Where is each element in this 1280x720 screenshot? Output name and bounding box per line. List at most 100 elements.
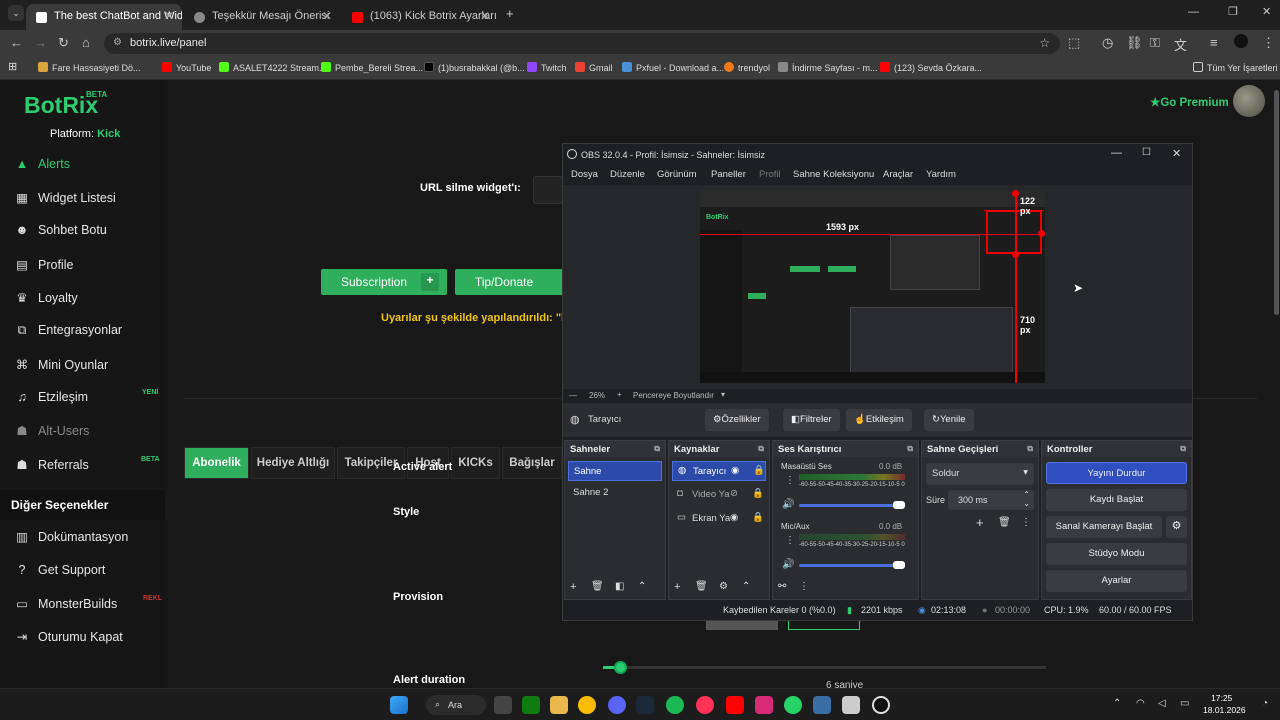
sidebar-item-alerts[interactable]: ▲ Alerts	[14, 157, 70, 171]
handle-dot[interactable]	[1038, 230, 1045, 237]
eye-icon[interactable]: ◉	[730, 512, 738, 523]
sidebar-item-widgets[interactable]: ▦ Widget Listesi	[14, 190, 116, 205]
float-icon[interactable]: ⧉	[1180, 444, 1186, 454]
kebab-icon[interactable]: ⋮	[1021, 517, 1031, 528]
maximize-icon[interactable]: ❐	[1228, 5, 1238, 18]
tab-search-button[interactable]: ⌄	[8, 5, 24, 21]
apps-icon[interactable]: ⊞	[8, 60, 17, 73]
bookmark-item[interactable]: Fare Hassasiyeti Dö...	[38, 62, 141, 73]
speaker-icon[interactable]: 🔊	[782, 499, 794, 510]
profile-avatar[interactable]	[1234, 34, 1248, 48]
float-icon[interactable]: ⧉	[654, 444, 660, 454]
trash-icon[interactable]: 🗑	[695, 581, 708, 592]
chevron-up-icon[interactable]: ⌃	[638, 581, 646, 592]
sidebar-item-monsterbuilds[interactable]: ▭ MonsterBuilds	[14, 596, 117, 611]
chevron-up-icon[interactable]: ⌃	[742, 581, 750, 592]
bookmark-item[interactable]: Gmail	[575, 62, 613, 73]
volume-slider-knob[interactable]	[893, 561, 905, 569]
page-scrollbar-thumb[interactable]	[1274, 90, 1279, 315]
float-icon[interactable]: ⧉	[907, 444, 913, 454]
gear-icon[interactable]: ⚙	[1166, 516, 1187, 538]
source-item[interactable]: ◘ Video Ya ⊘ 🔒	[672, 485, 766, 505]
reload-icon[interactable]: ↻	[58, 35, 69, 51]
bookmark-item[interactable]: ASALET4222 Stream...	[219, 62, 327, 73]
bookmark-item[interactable]: Pembe_Bereli Strea...	[321, 62, 423, 73]
refresh-button[interactable]: ↻Yenile	[924, 409, 974, 431]
menu-dosya[interactable]: Dosya	[571, 169, 598, 180]
duration-spinbox[interactable]: 300 ms ⌃ ⌄	[948, 490, 1034, 510]
close-window-icon[interactable]: ✕	[1262, 5, 1271, 18]
whatsapp-icon[interactable]	[784, 696, 802, 714]
handle-dot[interactable]	[1012, 251, 1019, 258]
media-player-icon[interactable]	[696, 696, 714, 714]
sidebar-item-docs[interactable]: ▥ Dokümantasyon	[14, 529, 128, 544]
sidebar-item-logout[interactable]: ⇥ Oturumu Kapat	[14, 629, 123, 644]
spotify-icon[interactable]	[666, 696, 684, 714]
steam-icon[interactable]	[636, 696, 654, 714]
all-bookmarks[interactable]: Tüm Yer İşaretleri	[1193, 62, 1278, 73]
maximize-icon[interactable]: ☐	[1142, 147, 1151, 158]
avatar[interactable]	[1233, 85, 1265, 117]
menu-paneller[interactable]: Paneller	[711, 169, 746, 180]
volume-slider[interactable]	[799, 504, 905, 507]
add-icon[interactable]: +	[976, 515, 984, 530]
interact-button[interactable]: ☝Etkileşim	[846, 409, 912, 431]
float-icon[interactable]: ⧉	[758, 444, 764, 454]
tab-kicks[interactable]: KICKs	[451, 447, 500, 479]
kebab-icon[interactable]: ⋮	[799, 581, 809, 592]
sidebar-item-loyalty[interactable]: ♛ Loyalty	[14, 290, 77, 305]
chevron-down-icon[interactable]: ▾	[721, 390, 725, 399]
spin-down-icon[interactable]: ⌄	[1023, 499, 1030, 508]
instagram-icon[interactable]	[755, 696, 773, 714]
notification-icon[interactable]: ◔	[1262, 698, 1268, 709]
source-item[interactable]: ◍ Tarayıcı ◉ 🔒	[672, 461, 766, 481]
link-icon[interactable]: ⚯	[778, 581, 786, 592]
windows-start-icon[interactable]	[390, 696, 408, 714]
fit-window-select[interactable]: Pencereye Boyutlandır	[633, 391, 714, 400]
bookmark-item[interactable]: Twitch	[527, 62, 567, 73]
kebab-icon[interactable]: ⋮	[785, 475, 795, 486]
epic-games-icon[interactable]	[494, 696, 512, 714]
close-icon[interactable]: ✕	[322, 9, 332, 23]
spin-up-icon[interactable]: ⌃	[1023, 490, 1030, 499]
gear-icon[interactable]: ⚙	[719, 581, 728, 592]
start-virtual-camera-button[interactable]: Sanal Kamerayı Başlat	[1046, 516, 1162, 538]
go-premium-button[interactable]: ★Go Premium	[1150, 95, 1229, 109]
discord-icon[interactable]	[608, 696, 626, 714]
app-icon[interactable]	[813, 696, 831, 714]
preview-canvas[interactable]: BotRix 1593 px 122 px 710 px	[700, 190, 1045, 383]
chrome-icon[interactable]	[578, 696, 596, 714]
volume-slider[interactable]	[799, 564, 905, 567]
history-icon[interactable]: ◷	[1102, 35, 1113, 51]
key-icon[interactable]: ⚿	[1150, 35, 1160, 51]
tab-bagislar[interactable]: Bağışlar	[502, 447, 562, 479]
sidebar-item-support[interactable]: ? Get Support	[14, 563, 106, 577]
clock-date[interactable]: 18.01.2026	[1203, 705, 1246, 715]
studio-mode-button[interactable]: Stüdyo Modu	[1046, 543, 1187, 565]
close-icon[interactable]: ✕	[164, 9, 174, 23]
new-tab-button[interactable]: +	[506, 6, 514, 21]
extensions-icon[interactable]: ⬚	[1068, 35, 1080, 51]
tray-chevron-icon[interactable]: ⌃	[1113, 698, 1121, 709]
menu-araclar[interactable]: Araçlar	[883, 169, 913, 180]
battery-icon[interactable]: ▭	[1180, 698, 1189, 709]
menu-profil[interactable]: Profil	[759, 169, 781, 180]
scene-item[interactable]: Sahne	[568, 461, 662, 481]
lock-icon[interactable]: 🔒	[752, 512, 764, 523]
sidebar-item-profile[interactable]: ▤ Profile	[14, 257, 73, 272]
minimize-icon[interactable]: —	[1111, 147, 1122, 159]
add-icon[interactable]: +	[674, 581, 680, 593]
star-icon[interactable]: ☆	[1039, 36, 1050, 50]
tab-tesekkur[interactable]: Teşekkür Mesajı Önerisi ✕	[184, 4, 340, 30]
duration-slider-track[interactable]	[603, 666, 1046, 669]
speaker-icon[interactable]: ◁	[1158, 698, 1166, 709]
file-explorer-icon[interactable]	[550, 696, 568, 714]
menu-gorunum[interactable]: Görünüm	[657, 169, 697, 180]
start-recording-button[interactable]: Kaydı Başlat	[1046, 489, 1187, 511]
obs-preview[interactable]: BotRix 1593 px 122 px 710 px ➤	[563, 185, 1192, 389]
stop-streaming-button[interactable]: Yayını Durdur	[1046, 462, 1187, 484]
obs-taskbar-icon[interactable]	[872, 696, 890, 714]
trash-icon[interactable]: 🗑	[998, 517, 1011, 528]
trash-icon[interactable]: 🗑	[591, 581, 604, 592]
address-bar[interactable]: ⚙ botrix.live/panel ☆	[104, 33, 1060, 54]
